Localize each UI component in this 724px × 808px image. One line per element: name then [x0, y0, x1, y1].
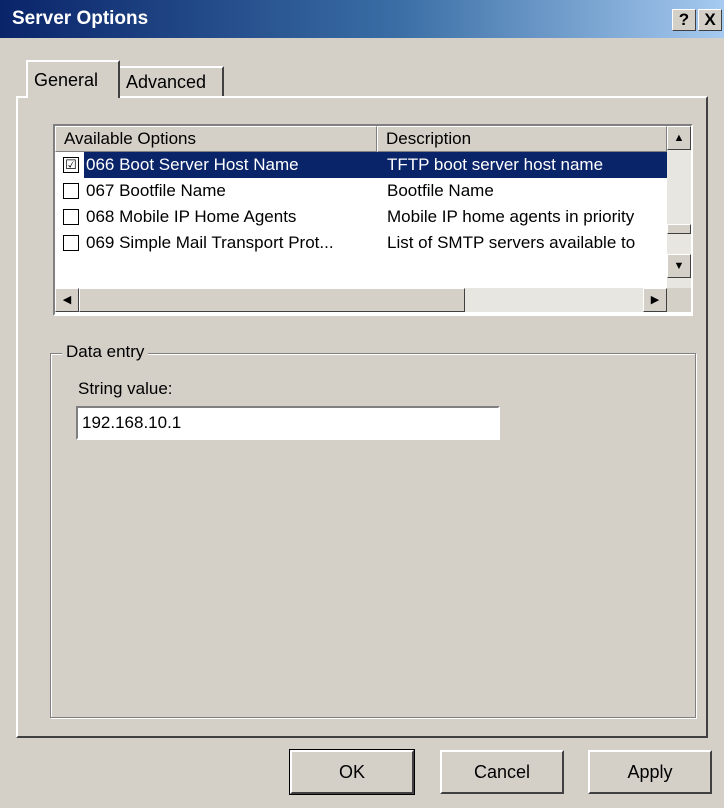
option-checkbox-066[interactable]: ☑ [63, 157, 79, 173]
string-value-label: String value: [78, 379, 173, 398]
option-checkbox-069[interactable] [63, 235, 79, 251]
data-entry-group-label: Data entry [62, 342, 149, 362]
server-options-dialog: Server Options ? X General Advanced Avai… [0, 0, 724, 808]
option-name: 067 Bootfile Name [86, 181, 226, 200]
window-title: Server Options [12, 8, 149, 29]
option-row-066[interactable]: ☑ 066 Boot Server Host Name TFTP boot se… [55, 152, 667, 178]
column-header-available-options[interactable]: Available Options [55, 126, 377, 152]
option-description: TFTP boot server host name [387, 155, 604, 174]
cancel-button[interactable]: Cancel [440, 750, 564, 794]
horizontal-scroll-thumb[interactable] [79, 288, 465, 312]
help-button[interactable]: ? [672, 9, 696, 31]
apply-button[interactable]: Apply [588, 750, 712, 794]
vertical-scrollbar[interactable]: ▲ ▼ [667, 126, 691, 288]
option-checkbox-067[interactable] [63, 183, 79, 199]
vertical-scroll-thumb[interactable] [667, 224, 691, 234]
ok-button[interactable]: OK [289, 749, 415, 795]
option-row-069[interactable]: 069 Simple Mail Transport Prot... List o… [55, 230, 667, 256]
column-header-description[interactable]: Description [377, 126, 667, 152]
option-description: List of SMTP servers available to [387, 233, 636, 252]
tab-advanced-label: Advanced [126, 72, 207, 92]
option-name: 066 Boot Server Host Name [86, 155, 299, 174]
option-name: 068 Mobile IP Home Agents [86, 207, 297, 226]
option-row-068[interactable]: 068 Mobile IP Home Agents Mobile IP home… [55, 204, 667, 230]
scroll-right-arrow-icon[interactable]: ▶ [643, 288, 667, 312]
option-description: Mobile IP home agents in priority [387, 207, 635, 226]
scroll-up-arrow-icon[interactable]: ▲ [667, 126, 691, 150]
scroll-down-arrow-icon[interactable]: ▼ [667, 254, 691, 278]
string-value-input[interactable] [76, 406, 500, 440]
option-checkbox-068[interactable] [63, 209, 79, 225]
tab-general-label: General [34, 70, 99, 90]
option-name: 069 Simple Mail Transport Prot... [86, 233, 334, 252]
scroll-left-arrow-icon[interactable]: ◀ [55, 288, 79, 312]
tab-advanced[interactable]: Advanced [118, 66, 224, 96]
scrollbar-corner [667, 288, 691, 312]
option-description: Bootfile Name [387, 181, 494, 200]
title-bar[interactable]: Server Options ? X [0, 0, 724, 38]
available-options-list[interactable]: Available Options Description ☑ 066 Boot… [53, 124, 693, 316]
horizontal-scrollbar[interactable]: ◀ ▶ [55, 288, 667, 312]
close-button[interactable]: X [698, 9, 722, 31]
option-row-067[interactable]: 067 Bootfile Name Bootfile Name [55, 178, 667, 204]
tab-general[interactable]: General [26, 60, 120, 98]
